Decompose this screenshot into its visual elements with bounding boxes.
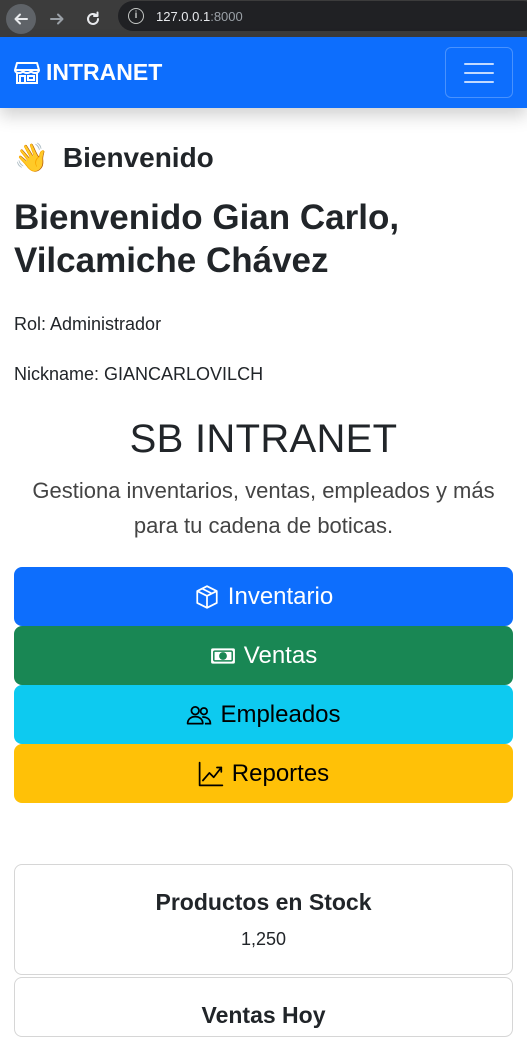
browser-toolbar: i 127.0.0.1:8000: [0, 0, 527, 37]
welcome-heading: 👋 Bienvenido: [14, 141, 513, 175]
hamburger-icon: [464, 62, 494, 65]
inventario-button[interactable]: Inventario: [14, 567, 513, 626]
brand-link[interactable]: INTRANET: [14, 59, 162, 86]
stat-card-value: 1,250: [240, 929, 287, 949]
stat-card-ventas: Ventas Hoy: [14, 977, 513, 1037]
ventas-label: Ventas: [243, 641, 318, 669]
navbar-toggler-button[interactable]: [445, 47, 513, 98]
address-bar[interactable]: i 127.0.0.1:8000: [118, 1, 527, 31]
top-navbar: INTRANET: [0, 37, 527, 108]
hamburger-icon-bar: [464, 71, 494, 74]
stat-card-title: Ventas Hoy: [201, 1002, 326, 1028]
shop-icon: [14, 61, 40, 84]
forward-button[interactable]: [42, 4, 72, 34]
main-content: 👋 Bienvenido Bienvenido Gian Carlo, Vilc…: [14, 108, 513, 1037]
user-role: Rol: Administrador: [14, 314, 162, 334]
welcome-heading-text: Bienvenido: [62, 142, 214, 173]
box-icon: [196, 584, 218, 609]
waving-hand-icon: 👋: [14, 142, 49, 173]
reportes-button[interactable]: Reportes: [14, 744, 513, 803]
empleados-label: Empleados: [220, 700, 341, 728]
reload-icon: [87, 11, 99, 25]
hamburger-icon-bar: [464, 80, 494, 83]
hero-subtitle: Gestiona inventarios, ventas, empleados …: [32, 478, 495, 538]
stat-card-title: Productos en Stock: [155, 889, 372, 915]
reload-button[interactable]: [78, 4, 108, 34]
site-info-icon[interactable]: i: [128, 8, 144, 24]
arrow-left-icon: [14, 13, 28, 24]
people-icon: [187, 705, 212, 725]
brand-text: INTRANET: [46, 59, 163, 85]
user-greeting: Bienvenido Gian Carlo, Vilcamiche Chávez: [14, 198, 400, 280]
arrow-right-icon: [50, 13, 64, 24]
hero-title: SB INTRANET: [129, 417, 398, 461]
module-buttons: Inventario Ventas Empleados Reportes: [14, 567, 513, 803]
chart-line-icon: [198, 761, 224, 786]
back-button[interactable]: [6, 3, 36, 34]
cash-icon: [210, 647, 235, 664]
stat-card-productos: Productos en Stock 1,250: [14, 864, 513, 975]
ventas-button[interactable]: Ventas: [14, 626, 513, 685]
reportes-label: Reportes: [231, 759, 330, 787]
inventario-label: Inventario: [227, 582, 334, 610]
url-text: 127.0.0.1:8000: [156, 8, 243, 24]
empleados-button[interactable]: Empleados: [14, 685, 513, 744]
user-nickname: Nickname: GIANCARLOVILCH: [14, 364, 264, 384]
